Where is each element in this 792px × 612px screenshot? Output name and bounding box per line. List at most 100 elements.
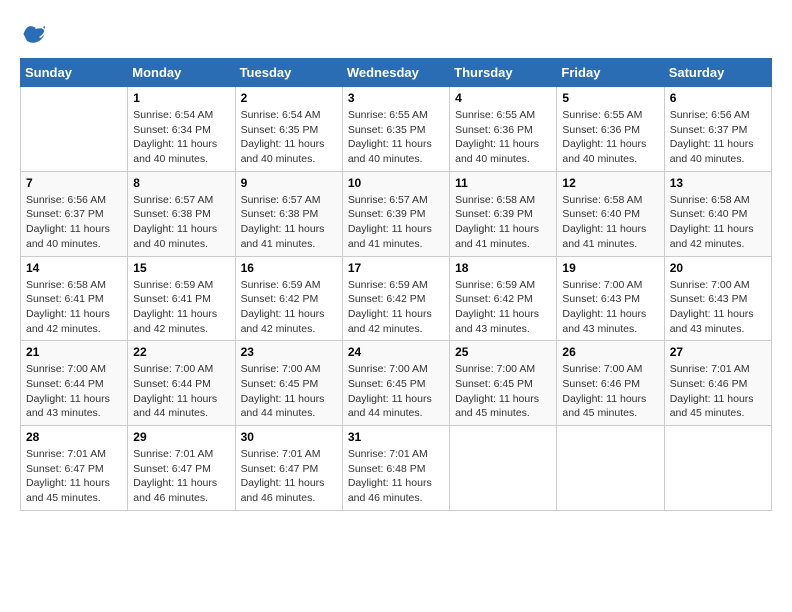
day-cell: 3Sunrise: 6:55 AMSunset: 6:35 PMDaylight… xyxy=(342,87,449,172)
day-number: 8 xyxy=(133,176,229,190)
day-number: 26 xyxy=(562,345,658,359)
day-cell: 13 Sunrise: 6:58 AMSunset: 6:40 PMDayligh… xyxy=(664,171,771,256)
day-header-saturday: Saturday xyxy=(664,59,771,87)
day-cell: 1 Sunrise: 6:54 AMSunset: 6:34 PMDaylight… xyxy=(128,87,235,172)
day-cell: 31 Sunrise: 7:01 AMSunset: 6:48 PMDayligh… xyxy=(342,426,449,511)
day-number: 21 xyxy=(26,345,122,359)
day-info: Sunrise: 6:54 AMSunset: 6:34 PMDaylight:… xyxy=(133,108,229,167)
day-header-monday: Monday xyxy=(128,59,235,87)
day-cell: 17 Sunrise: 6:59 AMSunset: 6:42 PMDayligh… xyxy=(342,256,449,341)
day-info: Sunrise: 7:00 AMSunset: 6:45 PMDaylight:… xyxy=(241,362,337,421)
day-info: Sunrise: 6:57 AMSunset: 6:39 PMDaylight:… xyxy=(348,193,444,252)
day-cell: 20Sunrise: 7:00 AMSunset: 6:43 PMDayligh… xyxy=(664,256,771,341)
day-number: 6 xyxy=(670,91,766,105)
day-info: Sunrise: 6:55 AMSunset: 6:36 PMDaylight:… xyxy=(455,108,551,167)
day-info: Sunrise: 7:01 AMSunset: 6:46 PMDaylight:… xyxy=(670,362,766,421)
day-header-sunday: Sunday xyxy=(21,59,128,87)
day-number: 27 xyxy=(670,345,766,359)
day-number: 17 xyxy=(348,261,444,275)
week-row-3: 14 Sunrise: 6:58 AMSunset: 6:41 PMDayligh… xyxy=(21,256,772,341)
day-cell xyxy=(557,426,664,511)
day-number: 14 xyxy=(26,261,122,275)
day-cell: 19 Sunrise: 7:00 AMSunset: 6:43 PMDayligh… xyxy=(557,256,664,341)
day-info: Sunrise: 6:59 AMSunset: 6:42 PMDaylight:… xyxy=(455,278,551,337)
day-info: Sunrise: 7:01 AMSunset: 6:47 PMDaylight:… xyxy=(241,447,337,506)
day-cell: 5 Sunrise: 6:55 AMSunset: 6:36 PMDaylight… xyxy=(557,87,664,172)
day-cell: 18Sunrise: 6:59 AMSunset: 6:42 PMDayligh… xyxy=(450,256,557,341)
week-row-1: 1 Sunrise: 6:54 AMSunset: 6:34 PMDaylight… xyxy=(21,87,772,172)
day-cell: 29 Sunrise: 7:01 AMSunset: 6:47 PMDayligh… xyxy=(128,426,235,511)
day-info: Sunrise: 6:57 AMSunset: 6:38 PMDaylight:… xyxy=(241,193,337,252)
day-info: Sunrise: 6:58 AMSunset: 6:40 PMDaylight:… xyxy=(562,193,658,252)
day-info: Sunrise: 7:00 AMSunset: 6:45 PMDaylight:… xyxy=(455,362,551,421)
day-info: Sunrise: 6:55 AMSunset: 6:36 PMDaylight:… xyxy=(562,108,658,167)
day-number: 28 xyxy=(26,430,122,444)
day-cell: 14 Sunrise: 6:58 AMSunset: 6:41 PMDayligh… xyxy=(21,256,128,341)
day-cell xyxy=(664,426,771,511)
day-cell: 8 Sunrise: 6:57 AMSunset: 6:38 PMDaylight… xyxy=(128,171,235,256)
day-number: 4 xyxy=(455,91,551,105)
day-info: Sunrise: 7:00 AMSunset: 6:46 PMDaylight:… xyxy=(562,362,658,421)
day-info: Sunrise: 6:57 AMSunset: 6:38 PMDaylight:… xyxy=(133,193,229,252)
day-info: Sunrise: 7:00 AMSunset: 6:44 PMDaylight:… xyxy=(26,362,122,421)
day-number: 13 xyxy=(670,176,766,190)
day-cell: 6Sunrise: 6:56 AMSunset: 6:37 PMDaylight… xyxy=(664,87,771,172)
day-number: 19 xyxy=(562,261,658,275)
day-info: Sunrise: 7:00 AMSunset: 6:43 PMDaylight:… xyxy=(562,278,658,337)
day-cell: 22 Sunrise: 7:00 AMSunset: 6:44 PMDayligh… xyxy=(128,341,235,426)
day-cell: 26 Sunrise: 7:00 AMSunset: 6:46 PMDayligh… xyxy=(557,341,664,426)
day-number: 2 xyxy=(241,91,337,105)
day-info: Sunrise: 6:59 AMSunset: 6:42 PMDaylight:… xyxy=(348,278,444,337)
day-cell: 21 Sunrise: 7:00 AMSunset: 6:44 PMDayligh… xyxy=(21,341,128,426)
calendar-table: SundayMondayTuesdayWednesdayThursdayFrid… xyxy=(20,58,772,511)
day-header-wednesday: Wednesday xyxy=(342,59,449,87)
day-number: 9 xyxy=(241,176,337,190)
day-info: Sunrise: 7:01 AMSunset: 6:48 PMDaylight:… xyxy=(348,447,444,506)
day-number: 15 xyxy=(133,261,229,275)
day-info: Sunrise: 6:54 AMSunset: 6:35 PMDaylight:… xyxy=(241,108,337,167)
day-info: Sunrise: 6:58 AMSunset: 6:41 PMDaylight:… xyxy=(26,278,122,337)
week-row-2: 7 Sunrise: 6:56 AMSunset: 6:37 PMDaylight… xyxy=(21,171,772,256)
day-number: 1 xyxy=(133,91,229,105)
day-number: 29 xyxy=(133,430,229,444)
day-info: Sunrise: 6:58 AMSunset: 6:39 PMDaylight:… xyxy=(455,193,551,252)
day-info: Sunrise: 7:00 AMSunset: 6:44 PMDaylight:… xyxy=(133,362,229,421)
week-row-5: 28 Sunrise: 7:01 AMSunset: 6:47 PMDayligh… xyxy=(21,426,772,511)
day-number: 22 xyxy=(133,345,229,359)
day-number: 16 xyxy=(241,261,337,275)
page-header xyxy=(20,20,772,48)
logo xyxy=(20,20,52,48)
day-info: Sunrise: 6:59 AMSunset: 6:42 PMDaylight:… xyxy=(241,278,337,337)
day-info: Sunrise: 6:56 AMSunset: 6:37 PMDaylight:… xyxy=(26,193,122,252)
day-cell: 16 Sunrise: 6:59 AMSunset: 6:42 PMDayligh… xyxy=(235,256,342,341)
day-cell: 25 Sunrise: 7:00 AMSunset: 6:45 PMDayligh… xyxy=(450,341,557,426)
day-cell: 10 Sunrise: 6:57 AMSunset: 6:39 PMDayligh… xyxy=(342,171,449,256)
day-number: 25 xyxy=(455,345,551,359)
day-cell: 23 Sunrise: 7:00 AMSunset: 6:45 PMDayligh… xyxy=(235,341,342,426)
day-cell: 28Sunrise: 7:01 AMSunset: 6:47 PMDayligh… xyxy=(21,426,128,511)
day-header-tuesday: Tuesday xyxy=(235,59,342,87)
day-header-thursday: Thursday xyxy=(450,59,557,87)
day-info: Sunrise: 6:58 AMSunset: 6:40 PMDaylight:… xyxy=(670,193,766,252)
day-number: 31 xyxy=(348,430,444,444)
week-row-4: 21 Sunrise: 7:00 AMSunset: 6:44 PMDayligh… xyxy=(21,341,772,426)
day-cell: 4 Sunrise: 6:55 AMSunset: 6:36 PMDaylight… xyxy=(450,87,557,172)
day-header-friday: Friday xyxy=(557,59,664,87)
day-number: 20 xyxy=(670,261,766,275)
day-info: Sunrise: 7:01 AMSunset: 6:47 PMDaylight:… xyxy=(133,447,229,506)
calendar-header: SundayMondayTuesdayWednesdayThursdayFrid… xyxy=(21,59,772,87)
day-number: 3 xyxy=(348,91,444,105)
day-cell: 24Sunrise: 7:00 AMSunset: 6:45 PMDayligh… xyxy=(342,341,449,426)
day-info: Sunrise: 7:00 AMSunset: 6:45 PMDaylight:… xyxy=(348,362,444,421)
day-cell: 7 Sunrise: 6:56 AMSunset: 6:37 PMDaylight… xyxy=(21,171,128,256)
day-cell: 27 Sunrise: 7:01 AMSunset: 6:46 PMDayligh… xyxy=(664,341,771,426)
day-cell: 15 Sunrise: 6:59 AMSunset: 6:41 PMDayligh… xyxy=(128,256,235,341)
day-number: 7 xyxy=(26,176,122,190)
calendar-body: 1 Sunrise: 6:54 AMSunset: 6:34 PMDaylight… xyxy=(21,87,772,511)
day-number: 23 xyxy=(241,345,337,359)
day-number: 10 xyxy=(348,176,444,190)
day-cell: 30Sunrise: 7:01 AMSunset: 6:47 PMDayligh… xyxy=(235,426,342,511)
day-number: 5 xyxy=(562,91,658,105)
logo-icon xyxy=(20,20,48,48)
day-info: Sunrise: 6:59 AMSunset: 6:41 PMDaylight:… xyxy=(133,278,229,337)
